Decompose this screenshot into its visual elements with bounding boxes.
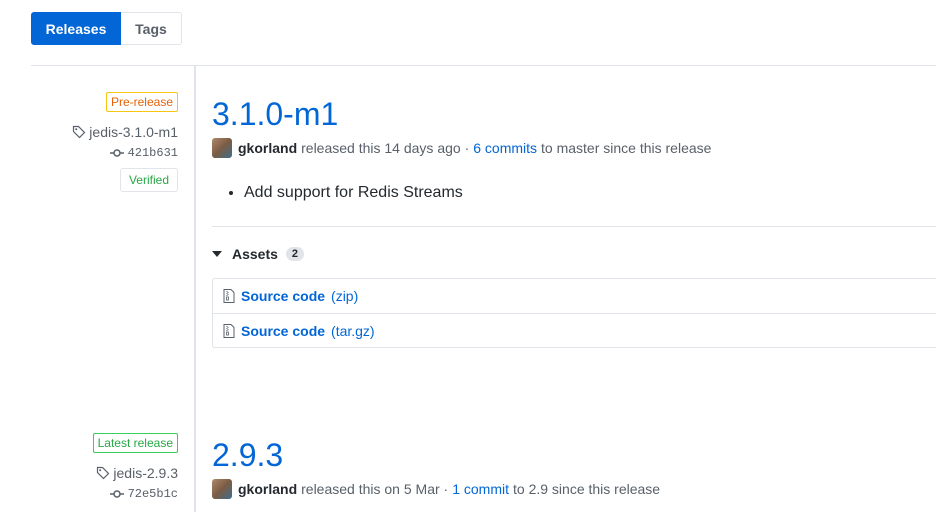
commits-link[interactable]: 1 commit xyxy=(452,481,509,497)
tag-name: jedis-2.9.3 xyxy=(113,465,178,481)
latest-release-badge: Latest release xyxy=(92,433,178,453)
branch-text: to 2.9 since this release xyxy=(513,481,661,497)
commit-sha: 421b631 xyxy=(127,146,178,160)
release-entry: 2.9.3 gkorland released this on 5 Mar · … xyxy=(212,435,936,499)
header-divider xyxy=(31,65,936,66)
file-zip-icon xyxy=(223,323,235,338)
assets-toggle[interactable]: Assets 2 xyxy=(212,246,936,262)
asset-type: (zip) xyxy=(331,288,359,304)
asset-name: Source code xyxy=(241,288,326,304)
tag-link[interactable]: jedis-2.9.3 xyxy=(96,465,178,481)
tag-name: jedis-3.1.0-m1 xyxy=(89,124,178,140)
released-text: released this 14 days ago · xyxy=(301,140,470,156)
commit-link[interactable]: 421b631 xyxy=(109,146,178,160)
release-note-item: Add support for Redis Streams xyxy=(244,184,936,202)
release-meta: Latest release jedis-2.9.3 72e5b1c xyxy=(92,433,178,501)
assets-list: Source code (zip) Source code (tar.gz) xyxy=(212,278,936,348)
releases-tags-tabbar: Releases Tags xyxy=(31,12,182,45)
triangle-down-icon xyxy=(212,251,222,257)
avatar[interactable] xyxy=(212,479,232,499)
author-link[interactable]: gkorland xyxy=(238,481,297,497)
tag-link[interactable]: jedis-3.1.0-m1 xyxy=(72,124,178,140)
commit-sha: 72e5b1c xyxy=(127,487,178,501)
avatar[interactable] xyxy=(212,138,232,158)
release-byline: gkorland released this 14 days ago · 6 c… xyxy=(212,138,936,158)
release-entry: 3.1.0-m1 gkorland released this 14 days … xyxy=(212,94,936,348)
assets-count: 2 xyxy=(285,247,305,261)
timeline-divider xyxy=(194,66,196,512)
tag-icon xyxy=(73,125,86,139)
asset-name: Source code xyxy=(241,322,326,339)
assets-label: Assets xyxy=(232,246,278,262)
asset-item[interactable]: Source code (tar.gz) xyxy=(213,313,936,347)
release-notes: Add support for Redis Streams xyxy=(212,184,936,202)
prerelease-badge: Pre-release xyxy=(105,92,178,112)
tab-releases[interactable]: Releases xyxy=(31,12,121,45)
assets-divider xyxy=(212,226,936,227)
commit-icon xyxy=(109,490,124,498)
commit-link[interactable]: 72e5b1c xyxy=(109,487,178,501)
tab-tags[interactable]: Tags xyxy=(121,12,182,45)
commit-icon xyxy=(109,149,124,157)
file-zip-icon xyxy=(223,289,235,303)
asset-type: (tar.gz) xyxy=(331,322,375,339)
release-byline: gkorland released this on 5 Mar · 1 comm… xyxy=(212,479,936,499)
commits-link[interactable]: 6 commits xyxy=(473,140,537,156)
branch-text: to master since this release xyxy=(541,140,712,156)
release-title[interactable]: 2.9.3 xyxy=(212,435,936,475)
tag-icon xyxy=(97,466,110,480)
asset-item[interactable]: Source code (zip) xyxy=(213,279,936,313)
release-title[interactable]: 3.1.0-m1 xyxy=(212,94,936,134)
author-link[interactable]: gkorland xyxy=(238,140,297,156)
release-meta: Pre-release jedis-3.1.0-m1 421b631 Verif… xyxy=(72,92,178,192)
verified-badge[interactable]: Verified xyxy=(119,168,178,192)
released-text: released this on 5 Mar · xyxy=(301,481,449,497)
